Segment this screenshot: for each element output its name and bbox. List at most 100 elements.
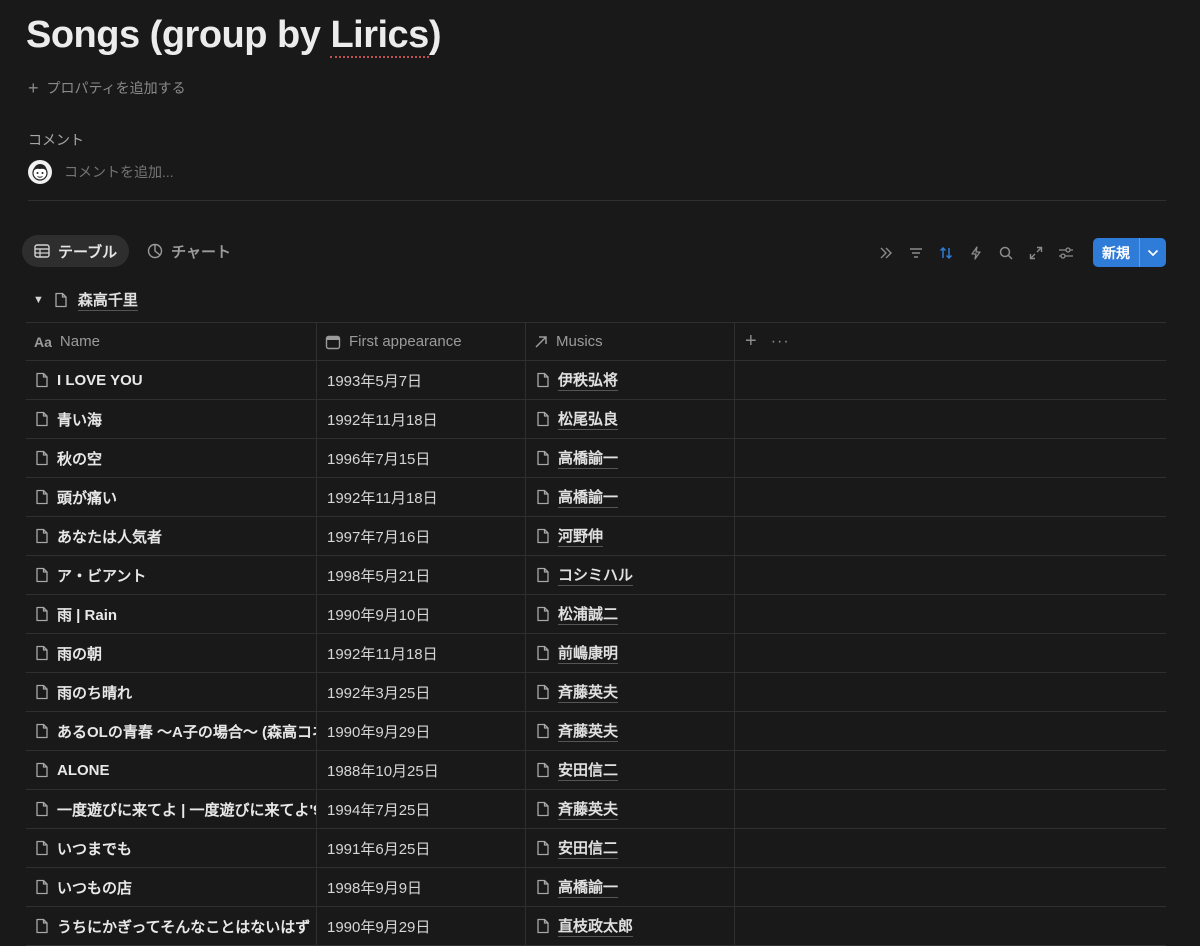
tab-table-view[interactable]: テーブル [22, 235, 130, 267]
date-cell[interactable]: 1998年9月9日 [317, 868, 526, 906]
empty-cell [735, 673, 1166, 711]
name-cell[interactable]: いつもの店 [26, 868, 317, 906]
table-row[interactable]: 雨 | Rain 1990年9月10日 松浦誠二 [26, 595, 1166, 634]
date-cell[interactable]: 1996年7月15日 [317, 439, 526, 477]
date-cell[interactable]: 1992年11月18日 [317, 400, 526, 438]
name-cell[interactable]: 雨のち晴れ [26, 673, 317, 711]
musics-cell[interactable]: 松浦誠二 [526, 595, 735, 633]
musics-cell[interactable]: 安田信二 [526, 829, 735, 867]
musics-cell[interactable]: 河野伸 [526, 517, 735, 555]
relation-link[interactable]: 安田信二 [558, 837, 619, 859]
date-cell[interactable]: 1993年5月7日 [317, 361, 526, 399]
tab-chart-view[interactable]: チャート [135, 235, 243, 267]
table-row[interactable]: 秋の空 1996年7月15日 高橋諭一 [26, 439, 1166, 478]
name-cell[interactable]: 雨 | Rain [26, 595, 317, 633]
name-cell[interactable]: 頭が痛い [26, 478, 317, 516]
name-cell[interactable]: あるOLの青春 〜A子の場合〜 (森高コネ [26, 712, 317, 750]
relation-link[interactable]: 松尾弘良 [558, 408, 619, 430]
lightning-icon[interactable] [963, 239, 989, 267]
empty-cell [735, 790, 1166, 828]
date-cell[interactable]: 1997年7月16日 [317, 517, 526, 555]
musics-cell[interactable]: 斉藤英夫 [526, 673, 735, 711]
relation-link[interactable]: 前嶋康明 [558, 642, 619, 664]
name-cell[interactable]: 青い海 [26, 400, 317, 438]
name-cell[interactable]: 一度遊びに来てよ | 一度遊びに来てよ'9 [26, 790, 317, 828]
song-name: ア・ビアント [57, 567, 147, 585]
date-cell[interactable]: 1994年7月25日 [317, 790, 526, 828]
group-header[interactable]: ▼ 森高千里 [33, 289, 138, 311]
table-row[interactable]: ALONE 1988年10月25日 安田信二 [26, 751, 1166, 790]
date-cell[interactable]: 1990年9月10日 [317, 595, 526, 633]
date-cell[interactable]: 1990年9月29日 [317, 712, 526, 750]
relation-link[interactable]: 斉藤英夫 [558, 720, 619, 742]
search-icon[interactable] [993, 239, 1019, 267]
relation-link[interactable]: 安田信二 [558, 759, 619, 781]
date-cell[interactable]: 1991年6月25日 [317, 829, 526, 867]
relation-link[interactable]: 斉藤英夫 [558, 681, 619, 703]
table-row[interactable]: 雨のち晴れ 1992年3月25日 斉藤英夫 [26, 673, 1166, 712]
relation-link[interactable]: コシミハル [558, 564, 634, 586]
table-row[interactable]: 雨の朝 1992年11月18日 前嶋康明 [26, 634, 1166, 673]
musics-cell[interactable]: 伊秩弘将 [526, 361, 735, 399]
musics-cell[interactable]: 斉藤英夫 [526, 712, 735, 750]
table-row[interactable]: あるOLの青春 〜A子の場合〜 (森高コネ 1990年9月29日 斉藤英夫 [26, 712, 1166, 751]
table-row[interactable]: 一度遊びに来てよ | 一度遊びに来てよ'9 1994年7月25日 斉藤英夫 [26, 790, 1166, 829]
view-tabs: テーブル チャート [22, 235, 243, 267]
more-options-icon[interactable]: ··· [771, 333, 790, 351]
comment-input[interactable] [62, 163, 366, 181]
name-cell[interactable]: I LOVE YOU [26, 361, 317, 399]
table-row[interactable]: あなたは人気者 1997年7月16日 河野伸 [26, 517, 1166, 556]
musics-cell[interactable]: 高橋諭一 [526, 868, 735, 906]
column-header-name[interactable]: Aa Name [26, 323, 317, 360]
double-chevron-right-icon[interactable] [873, 239, 899, 267]
musics-cell[interactable]: コシミハル [526, 556, 735, 594]
column-header-first-appearance[interactable]: First appearance [317, 323, 526, 360]
table-row[interactable]: いつもの店 1998年9月9日 高橋諭一 [26, 868, 1166, 907]
musics-cell[interactable]: 前嶋康明 [526, 634, 735, 672]
name-cell[interactable]: 雨の朝 [26, 634, 317, 672]
musics-cell[interactable]: 直枝政太郎 [526, 907, 735, 945]
relation-link[interactable]: 河野伸 [558, 525, 604, 547]
relation-link[interactable]: 高橋諭一 [558, 876, 619, 898]
relation-link[interactable]: 高橋諭一 [558, 447, 619, 469]
relation-link[interactable]: 高橋諭一 [558, 486, 619, 508]
filter-icon[interactable] [903, 239, 929, 267]
new-button[interactable]: 新規 [1093, 238, 1139, 267]
name-cell[interactable]: ア・ビアント [26, 556, 317, 594]
page-title[interactable]: Songs (group by Lirics) [26, 14, 441, 58]
name-cell[interactable]: あなたは人気者 [26, 517, 317, 555]
name-cell[interactable]: いつまでも [26, 829, 317, 867]
table-row[interactable]: I LOVE YOU 1993年5月7日 伊秩弘将 [26, 361, 1166, 400]
relation-link[interactable]: 斉藤英夫 [558, 798, 619, 820]
name-cell[interactable]: うちにかぎってそんなことはないはず [26, 907, 317, 945]
relation-link[interactable]: 伊秩弘将 [558, 369, 619, 391]
musics-cell[interactable]: 安田信二 [526, 751, 735, 789]
date-cell[interactable]: 1992年11月18日 [317, 634, 526, 672]
expand-icon[interactable] [1023, 239, 1049, 267]
relation-link[interactable]: 松浦誠二 [558, 603, 619, 625]
musics-cell[interactable]: 斉藤英夫 [526, 790, 735, 828]
settings-sliders-icon[interactable] [1053, 239, 1079, 267]
sort-icon[interactable] [933, 239, 959, 267]
date-cell[interactable]: 1998年5月21日 [317, 556, 526, 594]
name-cell[interactable]: ALONE [26, 751, 317, 789]
table-row[interactable]: いつまでも 1991年6月25日 安田信二 [26, 829, 1166, 868]
name-cell[interactable]: 秋の空 [26, 439, 317, 477]
date-cell[interactable]: 1992年3月25日 [317, 673, 526, 711]
table-row[interactable]: 頭が痛い 1992年11月18日 高橋諭一 [26, 478, 1166, 517]
relation-link[interactable]: 直枝政太郎 [558, 915, 634, 937]
add-column-icon[interactable]: + [745, 330, 757, 353]
add-property-button[interactable]: + プロパティを追加する [28, 77, 186, 99]
new-dropdown-button[interactable] [1139, 238, 1166, 267]
collapse-triangle-icon[interactable]: ▼ [33, 294, 44, 306]
table-row[interactable]: ア・ビアント 1998年5月21日 コシミハル [26, 556, 1166, 595]
column-header-musics[interactable]: Musics [526, 323, 735, 360]
musics-cell[interactable]: 松尾弘良 [526, 400, 735, 438]
date-cell[interactable]: 1992年11月18日 [317, 478, 526, 516]
musics-cell[interactable]: 高橋諭一 [526, 439, 735, 477]
musics-cell[interactable]: 高橋諭一 [526, 478, 735, 516]
table-row[interactable]: 青い海 1992年11月18日 松尾弘良 [26, 400, 1166, 439]
date-cell[interactable]: 1990年9月29日 [317, 907, 526, 945]
date-cell[interactable]: 1988年10月25日 [317, 751, 526, 789]
table-row[interactable]: うちにかぎってそんなことはないはず 1990年9月29日 直枝政太郎 [26, 907, 1166, 946]
